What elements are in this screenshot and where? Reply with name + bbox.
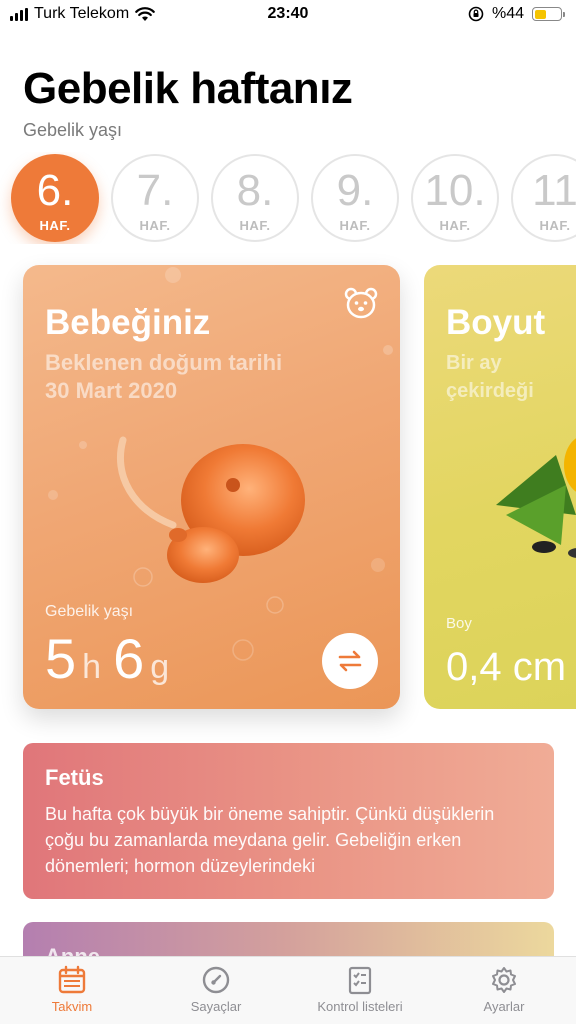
week-option[interactable]: 11 HAF.: [511, 154, 576, 242]
gear-icon: [492, 967, 516, 993]
tab-label: Sayaçlar: [190, 999, 242, 1014]
battery-percent: %44: [491, 5, 524, 22]
baby-card-title: Bebeğiniz: [45, 303, 211, 342]
swap-arrows-icon: [338, 650, 362, 672]
sunflower-seed-illustration: [496, 438, 576, 558]
gestational-age-label: Gebelik yaşı: [45, 603, 134, 620]
week-number: 8.: [236, 166, 274, 215]
week-number: 10.: [424, 166, 486, 215]
week-option[interactable]: 7. HAF.: [111, 154, 199, 242]
size-card-title: Boyut: [446, 303, 546, 342]
tab-sayaclar[interactable]: Sayaçlar: [144, 957, 288, 1024]
week-unit: HAF.: [139, 218, 171, 233]
compass-icon: [202, 966, 230, 994]
week-option[interactable]: 6. HAF.: [11, 154, 99, 242]
gestational-age-value: 5h6g: [45, 627, 181, 699]
week-unit: HAF.: [339, 218, 371, 233]
due-date-value: 30 Mart 2020: [45, 378, 178, 403]
baby-card[interactable]: Bebeğiniz Beklenen doğum tarihi 30 Mart …: [23, 265, 400, 709]
tab-label: Kontrol listeleri: [317, 999, 403, 1014]
age-days-unit: g: [150, 648, 170, 686]
size-card-subtitle: Bir ay çekirdeği: [446, 352, 534, 402]
week-unit: HAF.: [539, 218, 571, 233]
week-unit: HAF.: [239, 218, 271, 233]
fetus-info-title: Fetüs: [45, 765, 104, 790]
checklist-icon: [348, 966, 372, 995]
week-number: 7.: [136, 166, 174, 215]
battery-icon: [532, 7, 565, 21]
battery-fill: [534, 9, 546, 19]
week-unit: HAF.: [439, 218, 471, 233]
swap-button[interactable]: [322, 633, 378, 689]
length-value: 0,4 cm: [446, 645, 567, 689]
age-weeks-unit: h: [82, 648, 102, 686]
week-option[interactable]: 9. HAF.: [311, 154, 399, 242]
fetus-info-card[interactable]: Fetüs Bu hafta çok büyük bir öneme sahip…: [23, 743, 554, 899]
tab-label: Ayarlar: [483, 999, 525, 1014]
tab-label: Takvim: [51, 999, 93, 1014]
tab-bar: Takvim Sayaçlar Kontrol listeleri Ayarla…: [0, 956, 576, 1024]
size-card[interactable]: Boyut Bir ay çekirdeği Boy 0,4 cm: [424, 265, 576, 709]
bear-icon[interactable]: [344, 287, 378, 319]
page-title: Gebelik haftanız: [23, 64, 353, 113]
week-option[interactable]: 10. HAF.: [411, 154, 499, 242]
tab-takvim[interactable]: Takvim: [0, 957, 144, 1024]
orientation-lock-icon: [468, 6, 484, 22]
tab-kontrol-listeleri[interactable]: Kontrol listeleri: [288, 957, 432, 1024]
embryo-illustration: [116, 436, 305, 583]
due-date-label: Beklenen doğum tarihi: [45, 350, 283, 375]
fetus-info-body: Bu hafta çok büyük bir öneme sahiptir. Ç…: [45, 804, 495, 876]
week-unit: HAF.: [39, 218, 71, 233]
status-right: %44: [468, 5, 565, 23]
week-selector[interactable]: 6. HAF. 7. HAF. 8. HAF. 9. HAF. 10. HAF. 11 HA…: [0, 152, 576, 244]
tab-ayarlar[interactable]: Ayarlar: [432, 957, 576, 1024]
week-number: 11: [532, 166, 576, 215]
age-weeks: 5: [45, 627, 77, 690]
length-label: Boy: [446, 615, 472, 632]
age-days: 6: [113, 627, 145, 690]
calendar-icon: [58, 965, 86, 994]
status-bar: Turk Telekom 23:40 %44: [0, 0, 576, 30]
week-number: 6.: [36, 166, 74, 215]
week-number: 9.: [336, 166, 374, 215]
due-date-block: Beklenen doğum tarihi 30 Mart 2020: [45, 349, 282, 405]
page-subtitle: Gebelik yaşı: [23, 120, 123, 140]
week-option[interactable]: 8. HAF.: [211, 154, 299, 242]
